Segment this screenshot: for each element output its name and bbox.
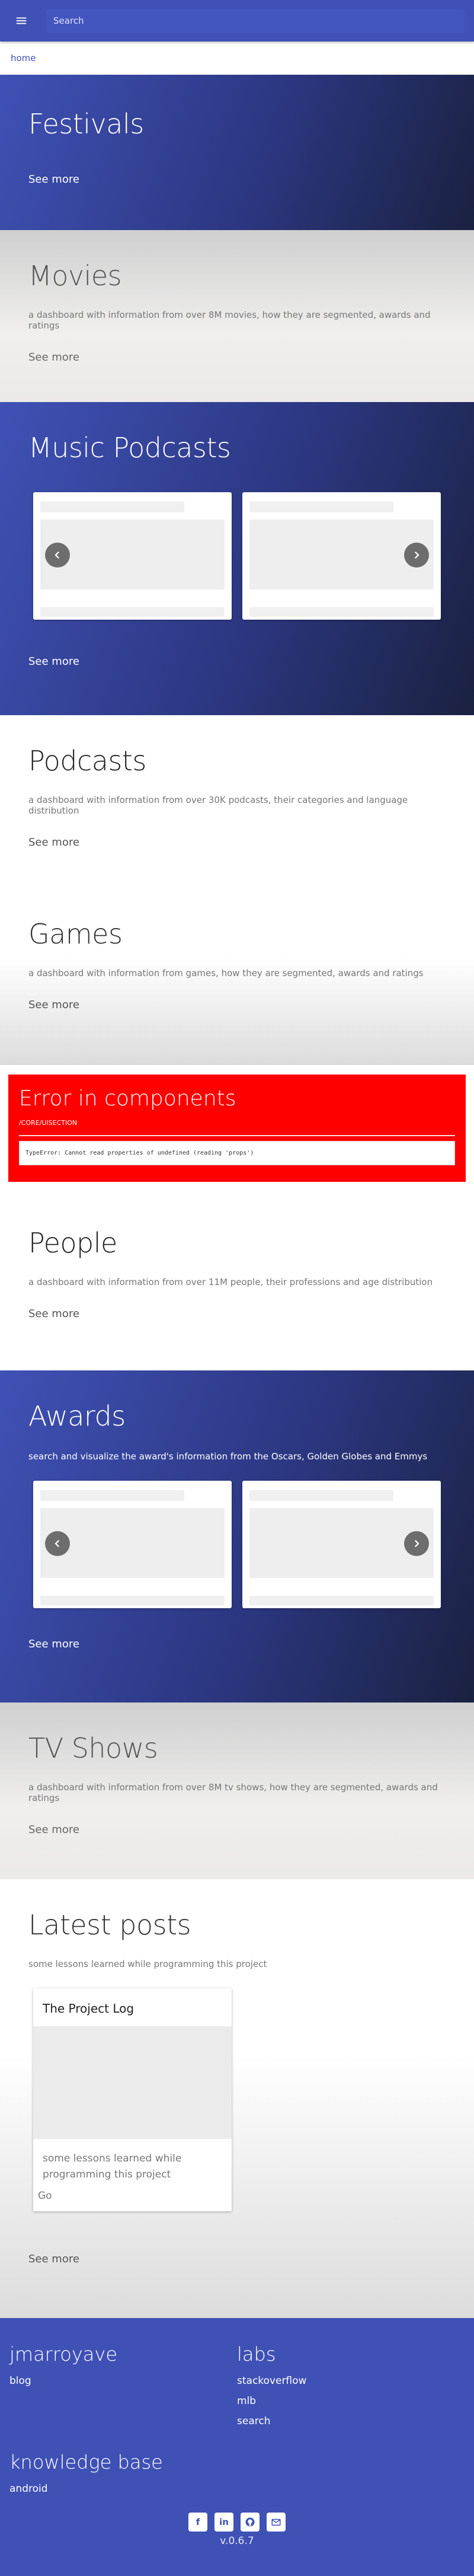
post-card-image (33, 2026, 232, 2139)
chevron-left-icon (55, 1539, 60, 1548)
chevron-right-icon (414, 1539, 419, 1548)
error-path: /CORE/UISECTION (19, 1119, 78, 1127)
section-title: Festivals (28, 108, 144, 140)
latest-posts-section: Latest posts some lessons learned while … (0, 1879, 474, 2318)
movies-section: Movies a dashboard with information from… (0, 230, 474, 402)
linkedin-icon: in (219, 2517, 229, 2527)
section-description: search and visualize the award's informa… (28, 1451, 428, 1462)
linkedin-button[interactable]: in (214, 2513, 233, 2532)
section-description: a dashboard with information from over 3… (28, 795, 408, 816)
top-app-bar (0, 0, 474, 42)
people-section: People a dashboard with information from… (0, 1191, 474, 1370)
placeholder-line (249, 1596, 434, 1605)
search-input[interactable] (53, 15, 457, 26)
carousel-card-placeholder (33, 492, 232, 620)
carousel (33, 1481, 446, 1608)
section-title: TV Shows (28, 1732, 158, 1764)
post-card-text: some lessons learned while programming t… (43, 2153, 182, 2181)
placeholder-line (249, 1490, 393, 1501)
post-card-title: The Project Log (43, 2001, 134, 2016)
placeholder-line (249, 502, 393, 512)
footer-heading: knowledge base (9, 2451, 163, 2473)
chevron-left-icon (55, 551, 60, 559)
github-button[interactable] (241, 2513, 260, 2532)
section-title: Music Podcasts (28, 432, 231, 464)
see-more-link[interactable]: See more (28, 1308, 79, 1320)
facebook-button[interactable]: f (188, 2513, 207, 2532)
post-card-go-button[interactable]: Go (33, 2188, 232, 2211)
footer-link-android[interactable]: android (9, 2483, 241, 2495)
section-title: Podcasts (28, 745, 146, 777)
footer-column-knowledge-base: knowledge base android (9, 2451, 241, 2495)
email-icon (271, 2518, 281, 2526)
footer-column-labs: labs stackoverflow mlb search (237, 2343, 465, 2427)
footer-link-stackoverflow[interactable]: stackoverflow (237, 2375, 465, 2387)
see-more-link[interactable]: See more (28, 351, 79, 364)
section-title: Latest posts (28, 1909, 191, 1941)
carousel-prev-button[interactable] (45, 1531, 70, 1556)
see-more-link[interactable]: See more (28, 836, 79, 849)
footer-link-blog[interactable]: blog (9, 2375, 237, 2387)
placeholder-line (40, 502, 184, 512)
carousel-card-placeholder (33, 1481, 232, 1608)
footer-link-mlb[interactable]: mlb (237, 2395, 465, 2407)
search-box (46, 9, 465, 33)
placeholder-line (249, 607, 434, 617)
placeholder-line (40, 1596, 225, 1605)
carousel-card-placeholder (242, 1481, 441, 1608)
carousel-next-button[interactable] (404, 1531, 429, 1556)
footer: jmarroyave blog labs stackoverflow mlb s… (0, 2318, 474, 2576)
placeholder-line (40, 1490, 184, 1501)
email-button[interactable] (267, 2513, 286, 2532)
section-description: a dashboard with information from over 8… (28, 310, 431, 331)
menu-button[interactable] (9, 9, 33, 33)
section-description: a dashboard with information from games,… (28, 968, 424, 978)
section-description: a dashboard with information from over 1… (28, 1277, 433, 1287)
hamburger-menu-icon (16, 17, 27, 24)
see-more-link[interactable]: See more (28, 1638, 79, 1650)
see-more-link[interactable]: See more (28, 1823, 79, 1836)
divider (19, 1135, 455, 1136)
see-more-link[interactable]: See more (28, 2253, 79, 2265)
error-message: TypeError: Cannot read properties of und… (19, 1141, 455, 1165)
section-title: People (28, 1227, 117, 1259)
post-card: The Project Log some lessons learned whi… (33, 1988, 232, 2212)
podcasts-section: Podcasts a dashboard with information fr… (0, 715, 474, 888)
see-more-link[interactable]: See more (28, 999, 79, 1011)
social-links: f in (9, 2513, 465, 2532)
footer-heading: jmarroyave (9, 2343, 118, 2365)
awards-section: Awards search and visualize the award's … (0, 1370, 474, 1703)
breadcrumb: home (0, 42, 474, 75)
festivals-section: Festivals See more (0, 75, 474, 230)
error-panel: Error in components /CORE/UISECTION Type… (8, 1075, 466, 1182)
section-description: a dashboard with information from over 8… (28, 1782, 438, 1803)
carousel-card-placeholder (242, 492, 441, 620)
placeholder-line (40, 607, 225, 617)
tv-shows-section: TV Shows a dashboard with information fr… (0, 1703, 474, 1879)
footer-link-search[interactable]: search (237, 2415, 465, 2427)
games-section: Games a dashboard with information from … (0, 888, 474, 1065)
section-title: Movies (28, 260, 122, 292)
github-icon (245, 2517, 255, 2527)
carousel (33, 492, 446, 620)
chevron-right-icon (414, 551, 419, 559)
footer-column-jmarroyave: jmarroyave blog (9, 2343, 237, 2427)
error-title: Error in components (19, 1086, 236, 1111)
carousel-prev-button[interactable] (45, 543, 70, 568)
carousel-next-button[interactable] (404, 543, 429, 568)
footer-heading: labs (237, 2343, 276, 2365)
app-version: v.0.6.7 (220, 2535, 254, 2547)
section-description: some lessons learned while programming t… (28, 1959, 267, 1969)
music-podcasts-section: Music Podcasts See more (0, 402, 474, 715)
breadcrumb-home-link[interactable]: home (11, 53, 36, 63)
see-more-link[interactable]: See more (28, 655, 79, 668)
facebook-icon: f (196, 2517, 200, 2527)
section-title: Games (28, 918, 123, 950)
see-more-link[interactable]: See more (28, 173, 79, 186)
section-title: Awards (28, 1400, 126, 1432)
